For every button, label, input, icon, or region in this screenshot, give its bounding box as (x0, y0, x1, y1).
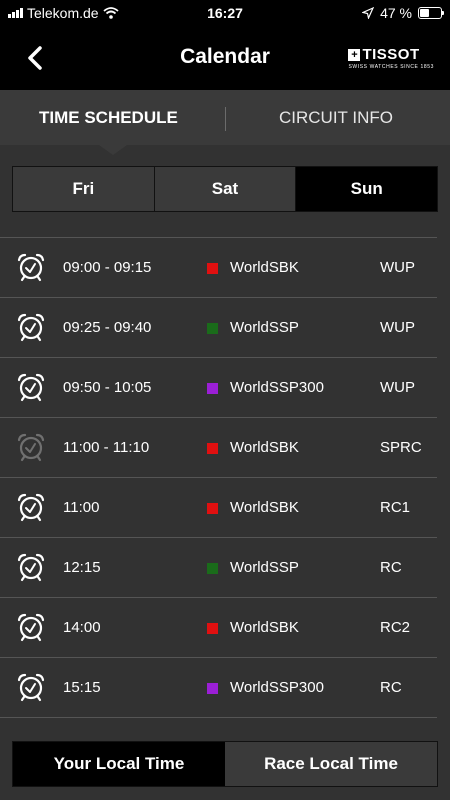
series-name: WorldSBK (230, 499, 299, 516)
status-bar: Telekom.de 16:27 47 % (0, 0, 450, 26)
series-name: WorldSSP (230, 559, 299, 576)
section-tabs: TIME SCHEDULE CIRCUIT INFO (0, 90, 450, 145)
alarm-clock-icon[interactable] (16, 612, 46, 642)
active-tab-indicator (99, 145, 127, 155)
alarm-clock-icon[interactable] (16, 312, 46, 342)
session-code: WUP (380, 259, 415, 276)
day-button-sat[interactable]: Sat (154, 167, 297, 211)
series-color-swatch (207, 443, 218, 454)
schedule-row[interactable]: 14:00 WorldSBK RC2 (0, 598, 450, 657)
session-time: 09:50 - 10:05 (63, 379, 152, 396)
schedule-row[interactable]: 11:00 WorldSBK RC1 (0, 478, 450, 537)
session-code: RC1 (380, 499, 411, 516)
series-name: WorldSBK (230, 619, 299, 636)
time-zone-toggle: Your Local Time Race Local Time (12, 741, 438, 787)
day-button-fri[interactable]: Fri (13, 167, 155, 211)
series-name: WorldSSP300 (230, 379, 324, 396)
series-name: WorldSBK (230, 439, 299, 456)
alarm-clock-icon[interactable] (16, 552, 46, 582)
session-code: SPRC (380, 439, 422, 456)
schedule-row[interactable]: 15:15 WorldSSP300 RC (0, 658, 450, 717)
session-code: RC (380, 559, 402, 576)
tab-circuit-info[interactable]: CIRCUIT INFO (279, 108, 393, 128)
series-color-swatch (207, 503, 218, 514)
session-time: 09:25 - 09:40 (63, 319, 152, 336)
alarm-clock-icon[interactable] (16, 372, 46, 402)
tab-divider (225, 107, 226, 131)
swiss-cross-icon: + (348, 48, 361, 61)
top-nav-bar: Calendar + TISSOT SWISS WATCHES SINCE 18… (0, 26, 450, 90)
session-time: 11:00 - 11:10 (63, 439, 150, 456)
your-local-time-button[interactable]: Your Local Time (13, 742, 225, 786)
alarm-clock-icon[interactable] (16, 252, 46, 282)
schedule-row[interactable]: 11:00 - 11:10 WorldSBK SPRC (0, 418, 450, 477)
session-time: 12:15 (63, 559, 101, 576)
day-selector: Fri Sat Sun (12, 166, 438, 212)
day-button-sun[interactable]: Sun (296, 167, 438, 211)
alarm-clock-icon[interactable] (16, 432, 46, 462)
brand-tagline: SWISS WATCHES SINCE 1853 (348, 64, 434, 70)
session-code: RC2 (380, 619, 411, 636)
schedule-row[interactable]: 09:25 - 09:40 WorldSSP WUP (0, 298, 450, 357)
series-color-swatch (207, 563, 218, 574)
brand-logo: + TISSOT SWISS WATCHES SINCE 1853 (348, 46, 434, 70)
series-color-swatch (207, 383, 218, 394)
series-color-swatch (207, 623, 218, 634)
schedule-row[interactable]: 09:00 - 09:15 WorldSBK WUP (0, 238, 450, 297)
status-right: 47 % (362, 5, 444, 21)
alarm-clock-icon[interactable] (16, 492, 46, 522)
brand-name: TISSOT (362, 46, 420, 63)
session-code: WUP (380, 379, 415, 396)
session-code: RC (380, 679, 402, 696)
battery-icon (418, 7, 444, 19)
race-local-time-button[interactable]: Race Local Time (225, 742, 437, 786)
schedule-row[interactable]: 09:50 - 10:05 WorldSSP300 WUP (0, 358, 450, 417)
alarm-clock-icon[interactable] (16, 672, 46, 702)
location-arrow-icon (362, 7, 375, 19)
battery-percent: 47 % (380, 5, 412, 21)
series-name: WorldSBK (230, 259, 299, 276)
series-name: WorldSSP300 (230, 679, 324, 696)
tab-time-schedule[interactable]: TIME SCHEDULE (39, 108, 178, 128)
list-divider (0, 717, 437, 718)
session-time: 09:00 - 09:15 (63, 259, 152, 276)
series-color-swatch (207, 683, 218, 694)
schedule-list: 09:00 - 09:15 WorldSBK WUP 09:25 - 09:40 Wor… (0, 237, 450, 718)
series-color-swatch (207, 263, 218, 274)
series-name: WorldSSP (230, 319, 299, 336)
session-time: 15:15 (63, 679, 101, 696)
schedule-row[interactable]: 12:15 WorldSSP RC (0, 538, 450, 597)
series-color-swatch (207, 323, 218, 334)
session-code: WUP (380, 319, 415, 336)
session-time: 11:00 (63, 499, 100, 516)
session-time: 14:00 (63, 619, 101, 636)
